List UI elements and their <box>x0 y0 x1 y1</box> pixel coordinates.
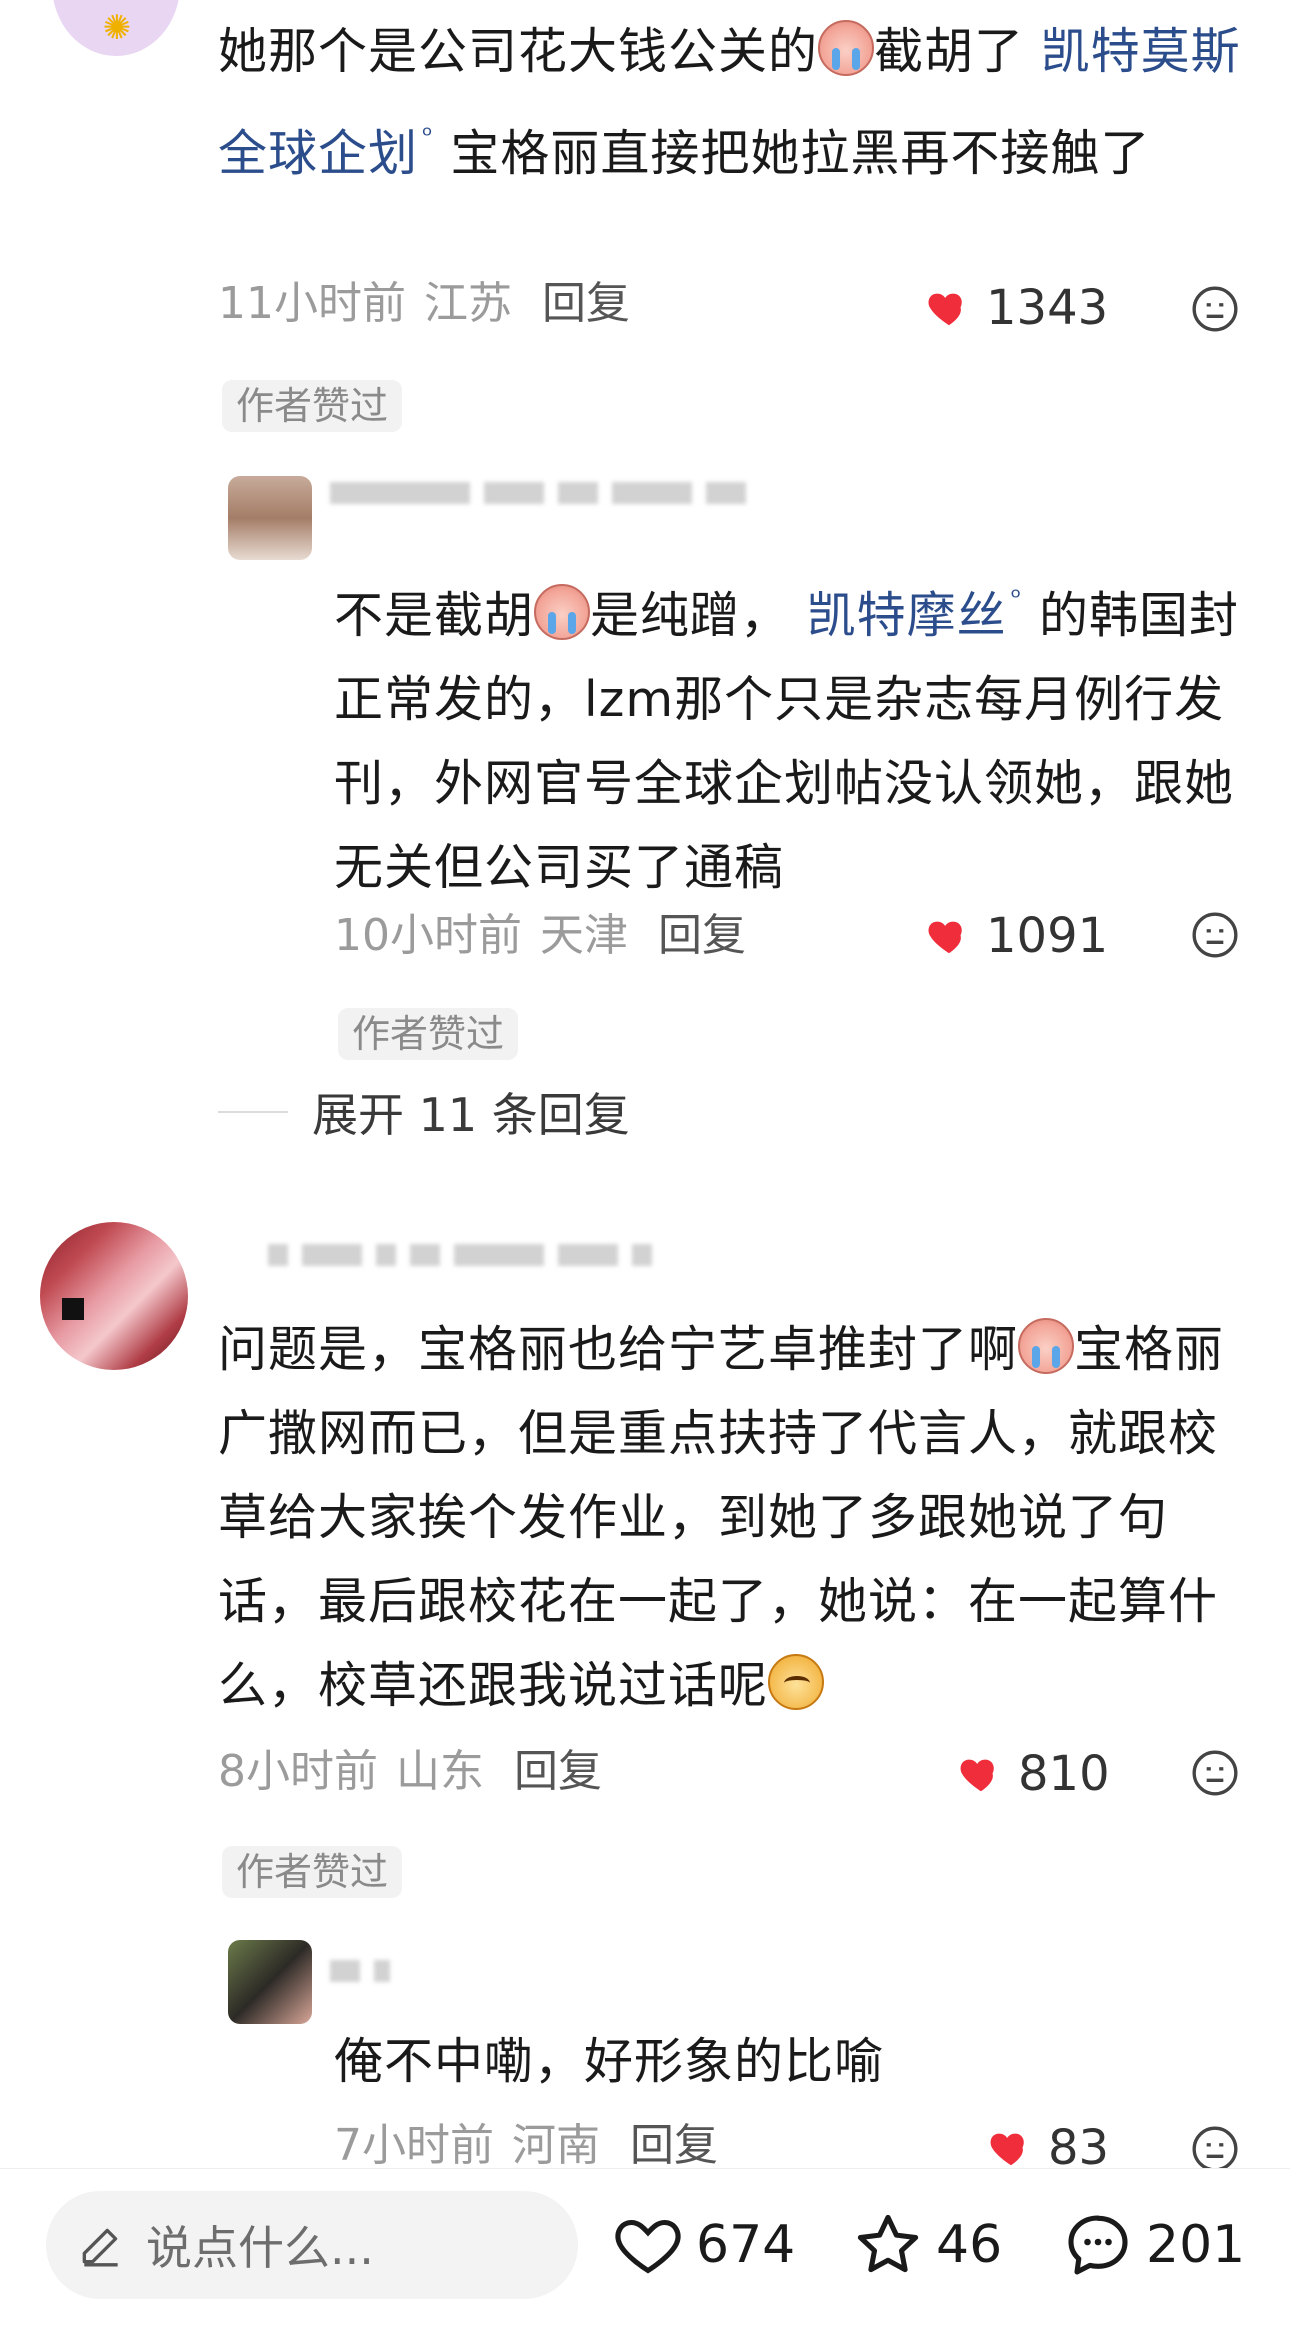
sun-icon: ✺ <box>102 8 132 48</box>
neutral-face-icon <box>1192 1750 1238 1796</box>
comment-location: 天津 <box>540 910 628 961</box>
dislike-button[interactable] <box>1190 1748 1240 1798</box>
username-blurred <box>268 1244 666 1288</box>
like-button[interactable]: 1343 <box>926 278 1108 338</box>
comment-text-part: 宝格丽广撒网而已，但是重点扶持了代言人，就跟校草给大家挨个发作业，到她了多跟她说… <box>218 1321 1225 1714</box>
heart-icon <box>926 913 972 959</box>
comment-location: 河南 <box>512 2120 600 2171</box>
comments-button[interactable]: 201 <box>1062 2205 1245 2285</box>
search-icon: ᵒ <box>422 121 434 151</box>
comment-text-part: 截胡了 <box>874 23 1041 80</box>
comment-input[interactable]: 说点什么... <box>46 2191 578 2299</box>
comment-time: 10小时前 <box>334 910 522 961</box>
favorite-button[interactable]: 46 <box>852 2205 1002 2285</box>
author-liked-tag: 作者赞过 <box>222 380 403 432</box>
neutral-face-icon <box>1192 912 1238 958</box>
comment-time: 11小时前 <box>218 278 406 329</box>
chat-bubble-icon <box>1068 2215 1128 2275</box>
comments-page: ✺ 她那个是公司花大钱公关的 截胡了 凯特莫斯全球企划 ᵒ 宝格丽直接把她拉黑再不接… <box>0 0 1290 2330</box>
like-count: 1091 <box>986 908 1109 964</box>
crying-emoji-icon <box>1018 1318 1075 1374</box>
like-button[interactable]: 810 <box>958 1744 1110 1804</box>
comment-text: 不是截胡 是纯蹭， 凯特摩丝 ᵒ 的韩国封正常发的，lzm那个只是杂志每月例行发刊，… <box>334 556 1254 910</box>
like-post-button[interactable]: 674 <box>612 2205 795 2285</box>
post-like-count: 674 <box>696 2215 796 2275</box>
mention-label: 凯特摩丝 <box>806 587 1007 644</box>
comment-location: 山东 <box>396 1746 484 1797</box>
reply-button[interactable]: 回复 <box>542 278 630 329</box>
heart-icon <box>958 1751 1004 1797</box>
comment-text-part: 她那个是公司花大钱公关的 <box>218 23 819 80</box>
input-placeholder: 说点什么... <box>146 2221 374 2275</box>
heart-icon <box>926 285 972 331</box>
reply-button[interactable]: 回复 <box>514 1746 602 1797</box>
comment-text-part: 俺不中嘞，好形象的比喻 <box>334 2033 885 2090</box>
comment-text: 俺不中嘞，好形象的比喻 <box>334 2020 1234 2104</box>
star-outline-icon <box>857 2214 919 2273</box>
avatar[interactable] <box>228 476 312 560</box>
reply-button[interactable]: 回复 <box>658 910 746 961</box>
author-liked-tag: 作者赞过 <box>338 1008 519 1060</box>
neutral-face-icon <box>1192 2126 1238 2172</box>
comment-time: 8小时前 <box>218 1746 378 1797</box>
comment-text-part: 是纯蹭， <box>590 587 807 644</box>
comment-location: 江苏 <box>424 278 512 329</box>
author-liked-tag: 作者赞过 <box>222 1846 403 1898</box>
favorite-count: 46 <box>936 2215 1003 2275</box>
comment-time: 7小时前 <box>334 2120 494 2171</box>
crying-emoji-icon <box>534 584 591 640</box>
like-count: 810 <box>1018 1746 1110 1802</box>
expand-replies-button[interactable]: 展开 11 条回复 <box>218 1082 630 1142</box>
like-button[interactable]: 1091 <box>926 906 1108 966</box>
dislike-button[interactable] <box>1190 2124 1240 2174</box>
dislike-button[interactable] <box>1190 910 1240 960</box>
reply-button[interactable]: 回复 <box>630 2120 718 2171</box>
comment-text-part: 问题是，宝格丽也给宁艺卓推封了啊 <box>218 1321 1019 1378</box>
heart-icon <box>988 2125 1034 2171</box>
avatar[interactable] <box>228 1940 312 2024</box>
neutral-face-icon <box>1192 286 1238 332</box>
comment-text-part: 不是截胡 <box>334 587 535 644</box>
avatar[interactable] <box>40 1222 188 1370</box>
comment-text: 问题是，宝格丽也给宁艺卓推封了啊 宝格丽广撒网而已，但是重点扶持了代言人，就跟校草… <box>218 1308 1258 1728</box>
comment-meta: 7小时前 河南 回复 <box>334 2116 718 2176</box>
like-count: 1343 <box>986 280 1109 336</box>
avatar[interactable]: ✺ <box>52 0 180 56</box>
comment-meta: 8小时前 山东 回复 <box>218 1742 602 1802</box>
comment-meta: 10小时前 天津 回复 <box>334 906 746 966</box>
heart-outline-icon <box>615 2219 681 2274</box>
expand-replies-label: 展开 11 条回复 <box>312 1088 630 1142</box>
comment-meta: 11小时前 江苏 回复 <box>218 274 630 334</box>
comment-text: 她那个是公司花大钱公关的 截胡了 凯特莫斯全球企划 ᵒ 宝格丽直接把她拉黑再不接触了 <box>218 10 1248 196</box>
crying-emoji-icon <box>818 20 875 76</box>
dislike-button[interactable] <box>1190 284 1240 334</box>
pencil-icon <box>82 2228 118 2267</box>
comment-text-part: 宝格丽直接把她拉黑再不接触了 <box>433 125 1151 182</box>
username-blurred <box>330 1960 404 2004</box>
divider <box>218 1111 288 1113</box>
search-icon: ᵒ <box>1010 583 1023 613</box>
comment-count: 201 <box>1146 2215 1246 2275</box>
smug-emoji-icon <box>768 1654 825 1710</box>
mention-link[interactable]: 凯特摩丝 ᵒ <box>806 583 1023 644</box>
bottom-action-bar: 说点什么... 674 46 201 <box>0 2168 1290 2330</box>
username-blurred <box>330 482 760 526</box>
